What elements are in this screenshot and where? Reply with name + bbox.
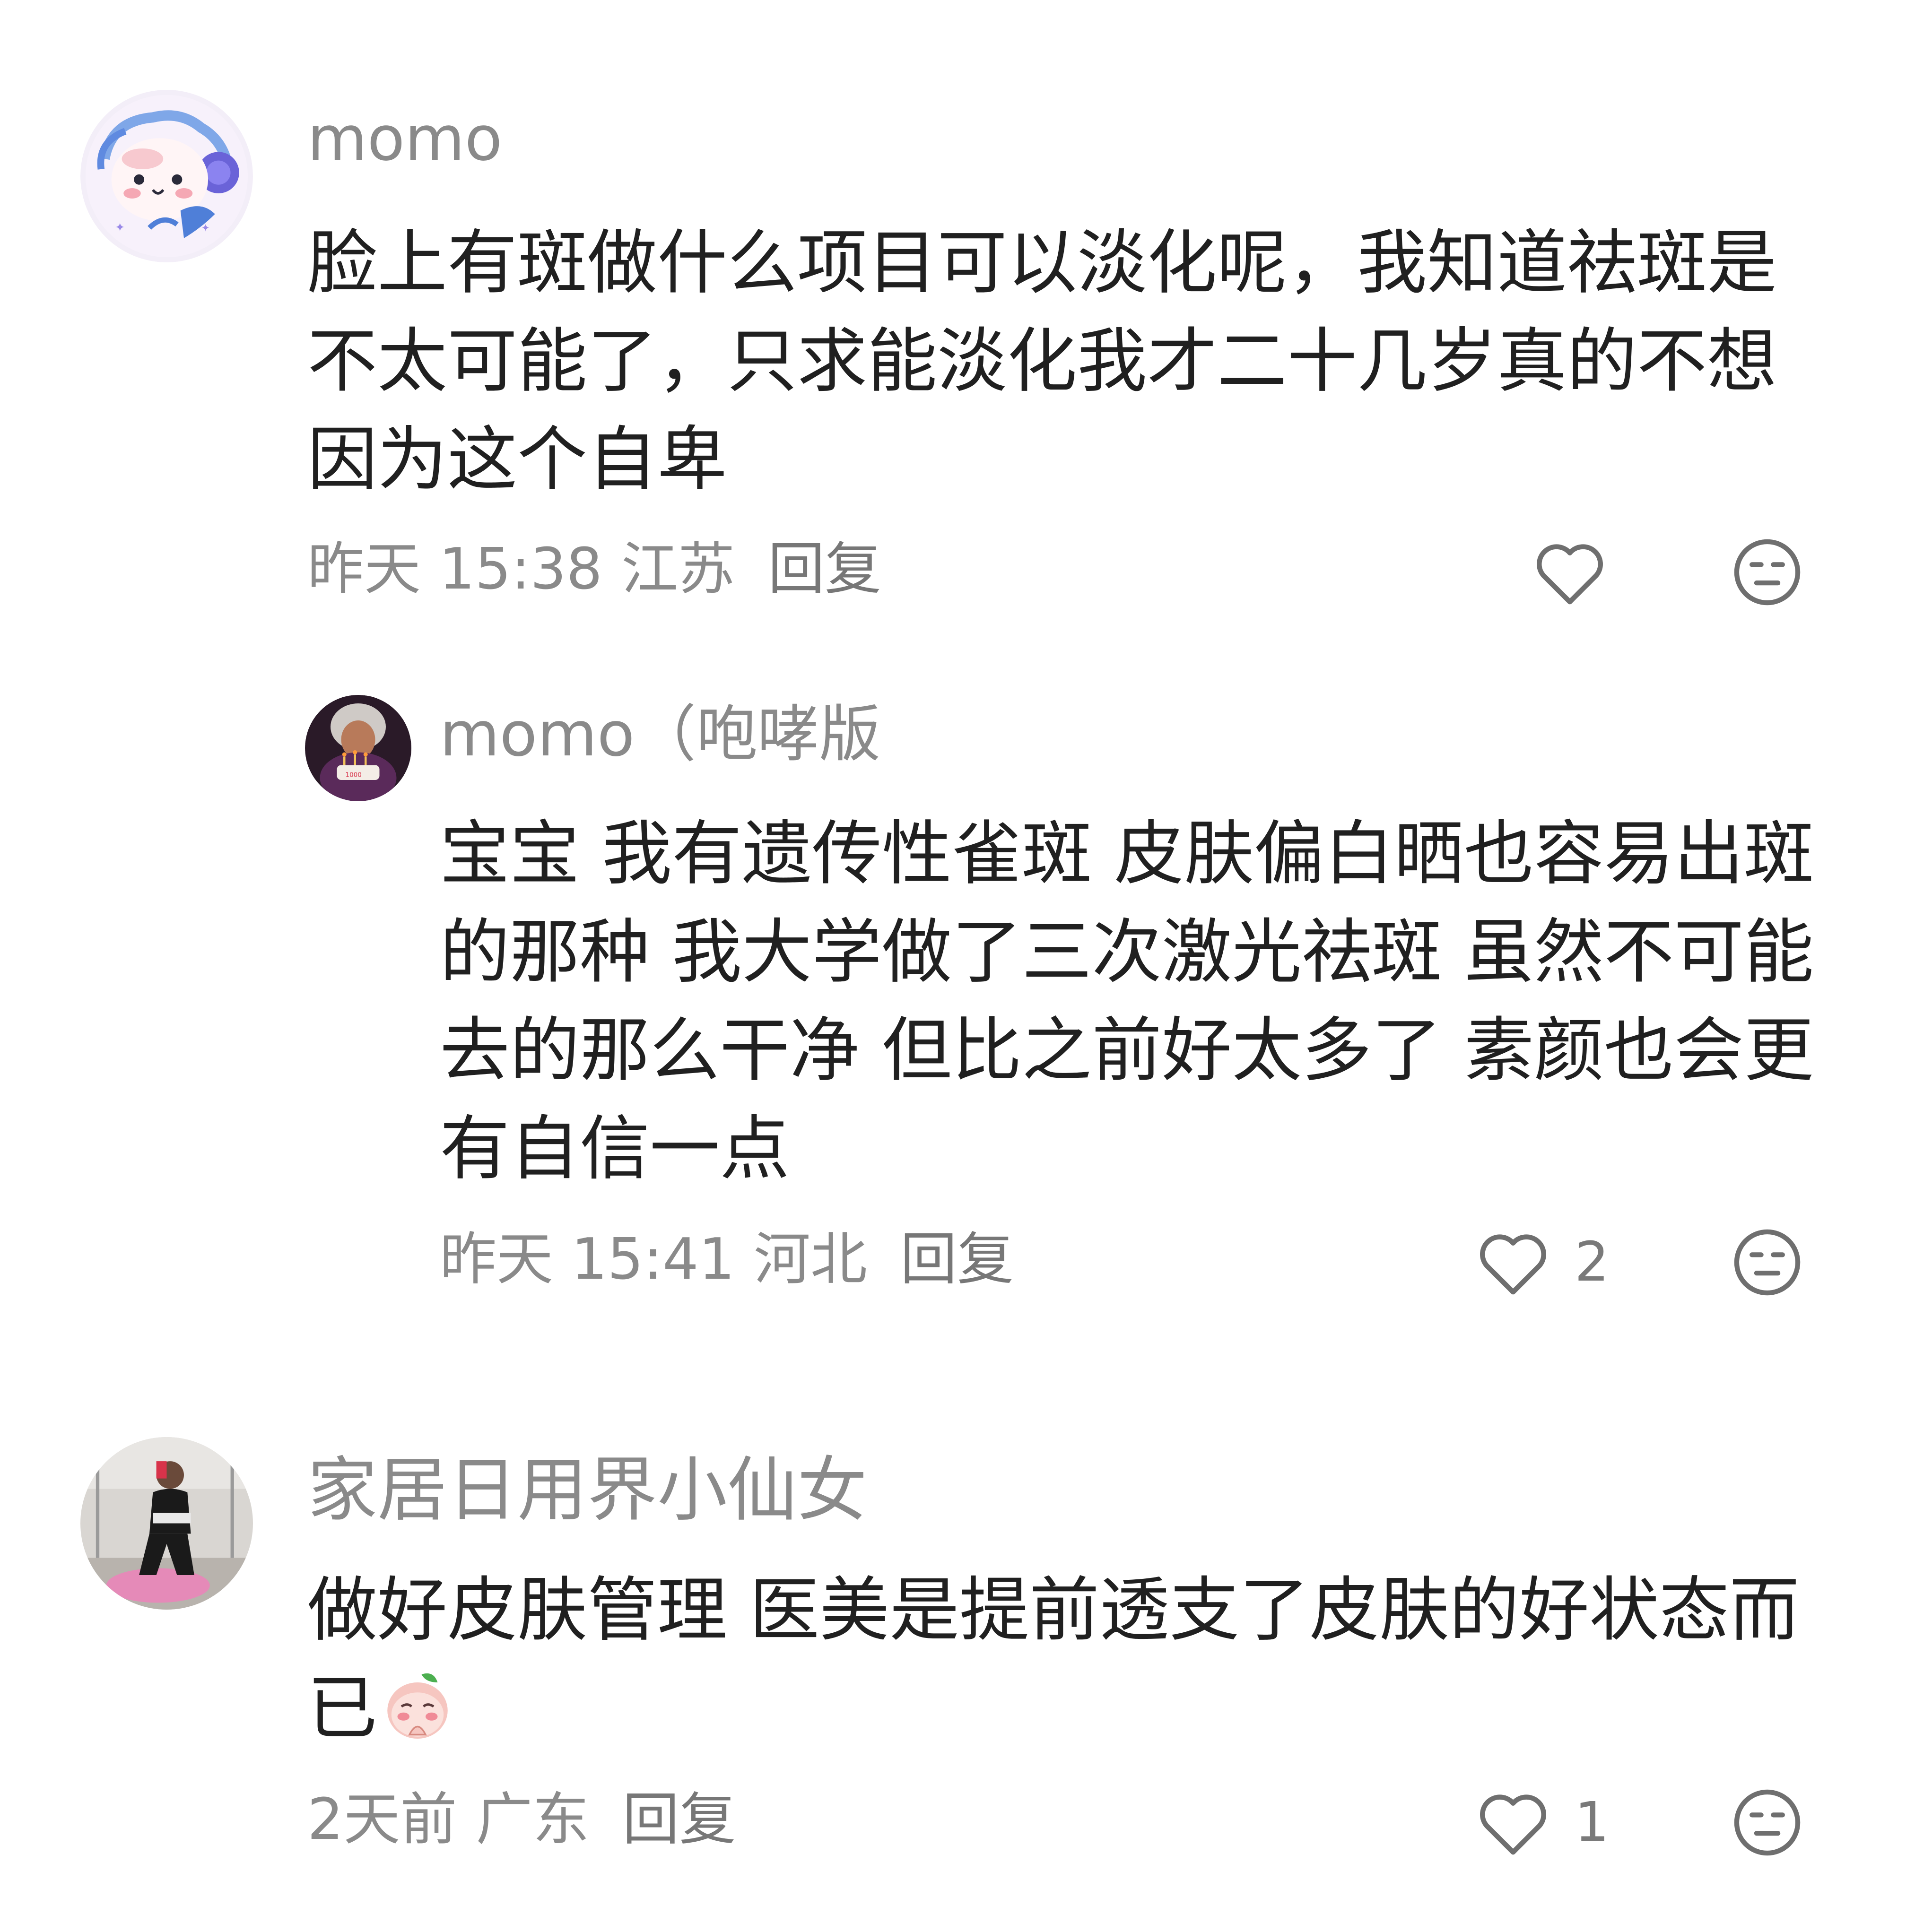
heart-outline-icon xyxy=(1537,544,1603,604)
neutral-face-icon xyxy=(1734,539,1801,605)
gym-photo-icon xyxy=(80,1437,253,1610)
grandma-avatar-icon: 1000 xyxy=(305,695,411,801)
svg-text:1000: 1000 xyxy=(346,771,362,779)
peach-praying-emoji-icon xyxy=(387,1673,448,1739)
reply-button[interactable]: 回复 xyxy=(768,541,881,598)
cartoon-avatar-icon: ✦ ✦ xyxy=(80,90,253,262)
neutral-face-icon xyxy=(1734,1789,1801,1855)
avatar[interactable]: 1000 xyxy=(305,695,411,801)
comment-text: 脸上有斑做什么项目可以淡化呢，我知道祛斑是不太可能了，只求能淡化我才二十几岁真的… xyxy=(307,222,1777,500)
heart-outline-icon xyxy=(1480,1234,1546,1294)
like-button[interactable]: 2 xyxy=(1475,1224,1609,1300)
dislike-button[interactable] xyxy=(1731,534,1804,610)
svg-text:✦: ✦ xyxy=(115,220,125,234)
comment-thread: ✦ ✦ momo 脸上有斑做什么项目可以淡化呢，我知道祛斑是不太可能了，只求能淡… xyxy=(0,0,1915,1932)
comment-region: 江苏 xyxy=(621,537,735,602)
svg-text:✦: ✦ xyxy=(201,222,210,234)
comment-meta: 2天前 广东 回复 xyxy=(307,1792,736,1848)
reply-meta: 昨天 15:41 河北 回复 xyxy=(440,1231,1014,1288)
reply-region: 河北 xyxy=(753,1227,867,1292)
comment-text: 做好皮肤管理 医美是提前透支了皮肤的好状态而已 xyxy=(307,1561,1820,1758)
reply-time: 昨天 15:41 xyxy=(440,1227,735,1292)
like-button[interactable]: 1 xyxy=(1475,1785,1609,1860)
neutral-face-icon xyxy=(1734,1229,1801,1295)
reply-button[interactable]: 回复 xyxy=(900,1231,1014,1288)
avatar[interactable] xyxy=(80,1437,253,1610)
comment-time: 昨天 15:38 xyxy=(307,537,602,602)
reply-text: 宝宝 我有遗传性雀斑 皮肤偏白晒也容易出斑的那种 我大学做了三次激光祛斑 虽然不… xyxy=(440,813,1814,1189)
like-count: 2 xyxy=(1575,1230,1610,1294)
username[interactable]: momo（咆哮版 xyxy=(440,703,880,765)
username[interactable]: momo xyxy=(307,108,502,169)
like-button[interactable] xyxy=(1532,534,1631,610)
username[interactable]: 家居日用界小仙女 xyxy=(307,1455,867,1525)
heart-outline-icon xyxy=(1480,1794,1546,1854)
comment-time: 2天前 xyxy=(307,1787,457,1853)
dislike-button[interactable] xyxy=(1731,1224,1804,1300)
comment-text-body: 做好皮肤管理 医美是提前透支了皮肤的好状态而已 xyxy=(307,1569,1800,1749)
dislike-button[interactable] xyxy=(1731,1785,1804,1860)
avatar[interactable]: ✦ ✦ xyxy=(80,90,253,262)
comment-region: 广东 xyxy=(476,1787,590,1853)
comment-meta: 昨天 15:38 江苏 回复 xyxy=(307,541,881,598)
reply-button[interactable]: 回复 xyxy=(622,1792,736,1848)
like-count: 1 xyxy=(1575,1790,1610,1854)
